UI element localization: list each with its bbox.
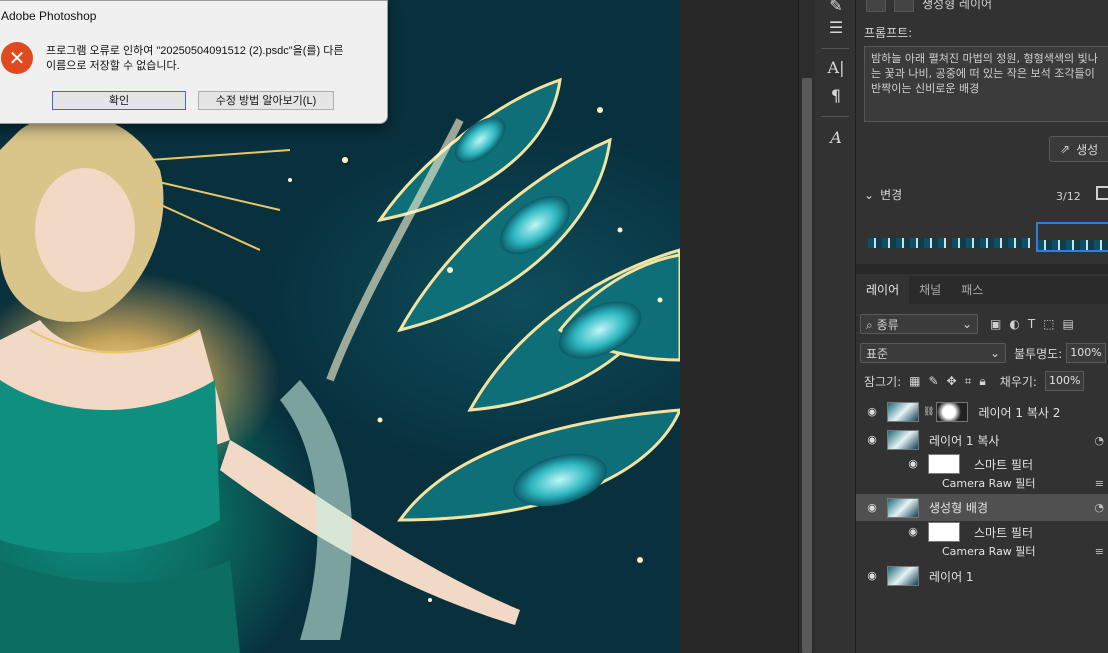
variation-thumbnail[interactable] <box>868 238 946 248</box>
visibility-eye-icon[interactable]: ◉ <box>865 502 879 513</box>
layer-name: 레이어 1 복사 2 <box>978 405 1061 420</box>
tab-paths[interactable]: 패스 <box>951 276 993 304</box>
visibility-eye-icon[interactable]: ◉ <box>865 570 879 581</box>
generate-icon: ⇗ <box>1060 142 1071 156</box>
glyphs-icon[interactable]: A <box>825 128 847 148</box>
opacity-label: 불투명도: <box>1014 346 1063 361</box>
filter-name: Camera Raw 필터 <box>942 545 1036 558</box>
variations-label: 변경 <box>880 188 903 202</box>
chevron-down-icon: ⌄ <box>961 317 972 331</box>
layer-row[interactable]: ◉ ⛓ 레이어 1 복사 2 <box>856 398 1108 426</box>
smart-filter-row[interactable]: ◉ 스마트 필터 <box>856 521 1108 543</box>
dialog-message-line2: 이름으로 저장할 수 없습니다. <box>46 60 180 72</box>
fill-label: 채우기: <box>999 374 1037 389</box>
adjustment-filter-icon[interactable]: ◐ <box>1009 317 1019 331</box>
filter-options-icon[interactable]: ◔ <box>1094 501 1104 514</box>
layer-name: 레이어 1 복사 <box>929 433 1000 448</box>
image-icon[interactable] <box>894 0 914 12</box>
error-dialog: Adobe Photoshop ✕ 프로그램 오류로 인하여 "20250504… <box>0 0 388 124</box>
layers-panel-tabs: 레이어 채널 패스 <box>856 276 1108 304</box>
smart-filter-row[interactable]: ◉ 스마트 필터 <box>856 453 1108 475</box>
layer-filter-row: ⌕ 종류 ⌄ ▣ ◐ T ⬚ ▤ <box>860 312 1108 336</box>
layer-thumbnail <box>887 402 919 422</box>
visibility-eye-icon[interactable]: ◉ <box>906 458 920 469</box>
visibility-eye-icon[interactable]: ◉ <box>906 526 920 537</box>
lock-row: 잠그기: ▦ ✎ ✥ ⌗ 🔒︎ 채우기: 100% <box>864 371 1108 391</box>
shape-filter-icon[interactable]: ⬚ <box>1043 317 1054 331</box>
prompt-textarea[interactable]: 밤하늘 아래 펼쳐진 마법의 정원, 형형색색의 빛나는 꽃과 나비, 공중에 … <box>864 46 1108 122</box>
link-icon[interactable]: ⛓ <box>923 407 934 417</box>
layer-row[interactable]: ◉ 레이어 1 복사 ◔ <box>856 427 1108 453</box>
chevron-down-icon[interactable]: ⌄ <box>864 188 874 202</box>
panel-icon-strip: ✎ ☰ A| ¶ A <box>815 0 856 653</box>
blend-mode-value: 표준 <box>866 346 889 361</box>
generative-layer-label: 생성형 레이어 <box>922 0 993 11</box>
blend-mode-select[interactable]: 표준 ⌄ <box>860 343 1006 363</box>
fill-input[interactable]: 100% <box>1044 371 1085 391</box>
type-filter-icon[interactable]: T <box>1028 317 1035 331</box>
filter-entry-row[interactable]: Camera Raw 필터 ≡ <box>856 474 1108 492</box>
lock-artboard-icon[interactable]: ⌗ <box>965 374 972 389</box>
generative-layer-header: 생성형 레이어 <box>866 0 992 12</box>
adjustments-sliders-icon[interactable]: ☰ <box>825 18 847 38</box>
vertical-scrollbar[interactable] <box>798 0 815 653</box>
tab-channels[interactable]: 채널 <box>909 276 951 304</box>
visibility-eye-icon[interactable]: ◉ <box>865 406 879 417</box>
lock-all-icon[interactable]: 🔒︎ <box>979 374 985 389</box>
panel-divider <box>856 264 1108 274</box>
layer-name: 생성형 배경 <box>929 501 989 515</box>
generate-label: 생성 <box>1076 142 1099 157</box>
lock-transparent-icon[interactable]: ▦ <box>909 374 920 388</box>
variation-thumbnail-selected[interactable] <box>1036 222 1108 252</box>
paragraph-icon[interactable]: ¶ <box>825 86 847 106</box>
pixel-filter-icon[interactable]: ▣ <box>990 317 1001 331</box>
grid-view-icon[interactable] <box>1096 186 1108 200</box>
search-icon: ⌕ <box>866 317 873 332</box>
filter-mask-thumbnail[interactable] <box>928 522 960 542</box>
filter-kind-value: 종류 <box>876 317 899 332</box>
pasteboard <box>680 0 798 653</box>
filter-options-icon[interactable]: ◔ <box>1094 434 1104 447</box>
tab-layers[interactable]: 레이어 <box>856 276 910 304</box>
layer-name: 레이어 1 <box>929 569 974 584</box>
learn-fix-button[interactable]: 수정 방법 알아보기(L) <box>198 91 334 110</box>
dialog-message-line1: 프로그램 오류로 인하여 "20250504091512 (2).psdc"을(… <box>46 45 344 57</box>
filter-kind-select[interactable]: ⌕ 종류 ⌄ <box>860 314 978 334</box>
lock-position-icon[interactable]: ✥ <box>947 374 957 388</box>
prompt-label: 프롬프트: <box>864 26 913 40</box>
brush-icon[interactable]: ✎ <box>825 0 847 16</box>
filter-blending-icon[interactable]: ≡ <box>1095 545 1104 558</box>
layer-row[interactable]: ◉ 레이어 1 <box>856 564 1108 588</box>
filter-name: Camera Raw 필터 <box>942 477 1036 490</box>
variations-header[interactable]: ⌄ 변경 <box>864 186 902 203</box>
character-icon[interactable]: A| <box>825 58 847 78</box>
scrollbar-thumb[interactable] <box>802 78 812 653</box>
magic-wand-icon[interactable] <box>866 0 886 12</box>
generate-button[interactable]: ⇗ 생성 <box>1049 136 1108 162</box>
right-panels: 생성형 레이어 프롬프트: 밤하늘 아래 펼쳐진 마법의 정원, 형형색색의 빛… <box>856 0 1108 653</box>
smart-object-filter-icon[interactable]: ▤ <box>1063 317 1074 331</box>
variations-count: 3/12 <box>1056 190 1081 203</box>
opacity-input[interactable]: 100% <box>1066 343 1106 363</box>
layer-thumbnail <box>887 566 919 586</box>
generative-layer-thumbnail <box>887 497 919 518</box>
blend-row: 표준 ⌄ 불투명도: 100% <box>860 342 1108 364</box>
x-circle-icon: ✕ <box>1 42 33 74</box>
smart-filter-label: 스마트 필터 <box>974 457 1034 472</box>
layer-row-selected[interactable]: ◉ 생성형 배경 ◔ <box>856 494 1108 521</box>
ok-button[interactable]: 확인 <box>52 91 186 110</box>
smart-filter-label: 스마트 필터 <box>974 525 1034 540</box>
visibility-eye-icon[interactable]: ◉ <box>865 434 879 445</box>
smart-object-thumbnail <box>887 430 919 450</box>
dialog-title: Adobe Photoshop <box>1 9 97 23</box>
filter-blending-icon[interactable]: ≡ <box>1095 477 1104 490</box>
layer-mask-thumbnail[interactable] <box>936 402 969 422</box>
filter-entry-row[interactable]: Camera Raw 필터 ≡ <box>856 542 1108 560</box>
filter-mask-thumbnail[interactable] <box>928 454 960 474</box>
chevron-down-icon: ⌄ <box>989 346 1000 360</box>
lock-image-icon[interactable]: ✎ <box>929 374 939 388</box>
variation-thumbnail[interactable] <box>952 238 1030 248</box>
lock-label: 잠그기: <box>864 374 902 389</box>
